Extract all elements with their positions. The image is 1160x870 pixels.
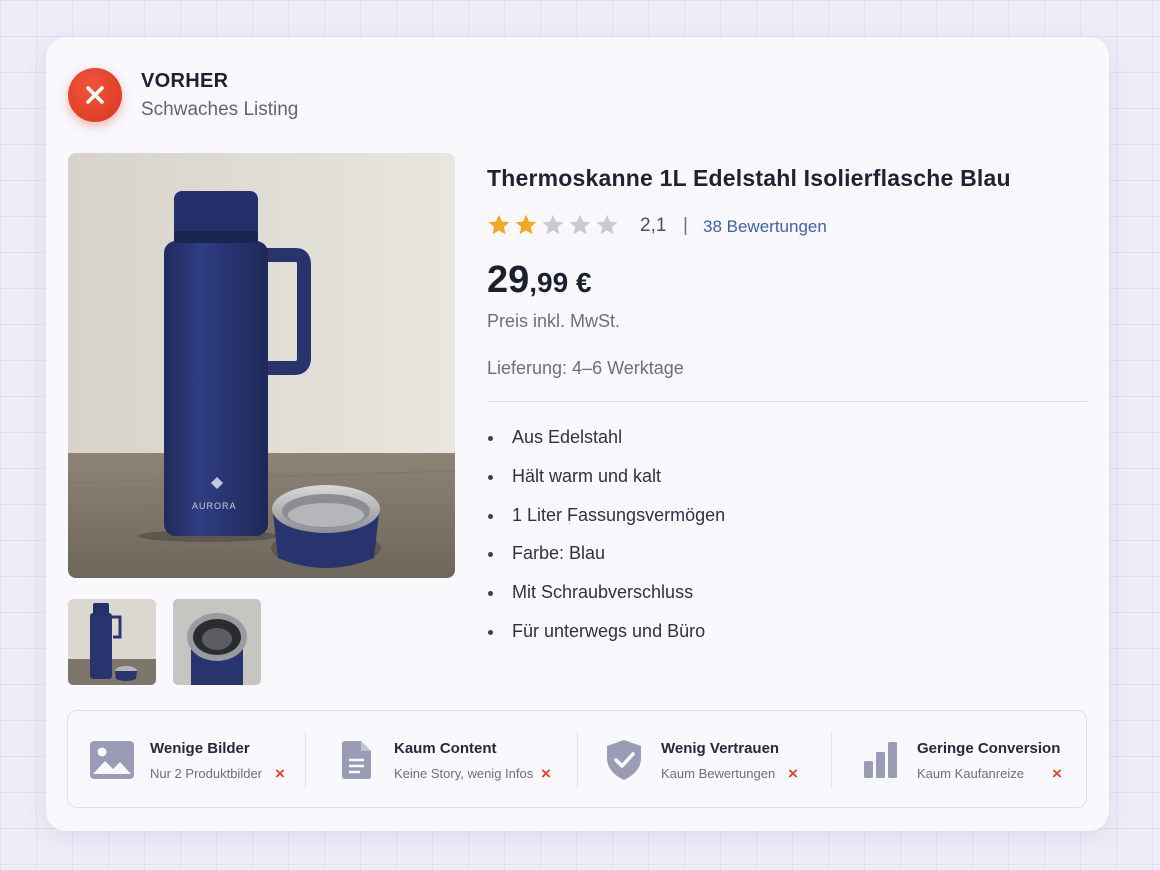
star-filled-icon xyxy=(515,214,537,235)
reviews-link[interactable]: 38 Bewertungen xyxy=(703,217,827,237)
x-mark-icon: × xyxy=(788,764,798,783)
price: 29,99 € xyxy=(487,259,592,302)
issue-subtitle: Kaum Bewertungen xyxy=(661,766,776,781)
star-empty-icon xyxy=(542,214,564,235)
issue-title: Kaum Content xyxy=(394,740,497,757)
image-icon xyxy=(90,741,134,779)
listing-card: VORHER Schwaches Listing AURORA Thermosk… xyxy=(46,37,1109,831)
section-title: VORHER xyxy=(141,70,229,92)
x-mark-icon: × xyxy=(541,764,551,783)
issue-title: Wenig Vertrauen xyxy=(661,740,780,757)
issue-title: Wenige Bilder xyxy=(150,740,250,757)
issue-title: Geringe Conversion xyxy=(917,740,1061,757)
issue-subtitle: Kaum Kaufanreize xyxy=(917,766,1024,781)
issue-little-trust: Wenig Vertrauen Kaum Bewertungen × xyxy=(578,711,832,809)
svg-text:AURORA: AURORA xyxy=(192,501,237,511)
bullet-item: Aus Edelstahl xyxy=(487,427,725,466)
tax-note: Preis inkl. MwSt. xyxy=(487,311,621,331)
feature-bullets: Aus Edelstahl Hält warm und kalt 1 Liter… xyxy=(487,427,725,660)
thumbnail-2[interactable] xyxy=(173,599,261,685)
issue-subtitle: Keine Story, wenig Infos xyxy=(394,766,534,781)
divider xyxy=(487,401,1087,402)
rating-separator: | xyxy=(683,215,688,236)
bullet-item: Farbe: Blau xyxy=(487,543,725,582)
bullet-item: Hält warm und kalt xyxy=(487,466,725,505)
star-filled-icon xyxy=(488,214,510,235)
issue-low-conversion: Geringe Conversion Kaum Kaufanreize × xyxy=(832,711,1086,809)
delivery-info: Lieferung: 4–6 Werktage xyxy=(487,358,684,378)
x-mark-icon: × xyxy=(1052,764,1062,783)
price-main: 29 xyxy=(487,259,530,301)
bar-chart-icon xyxy=(864,742,897,778)
star-empty-icon xyxy=(569,214,591,235)
rating-value: 2,1 xyxy=(640,215,667,236)
star-rating xyxy=(487,213,619,237)
issue-subtitle: Nur 2 Produktbilder xyxy=(150,766,262,781)
product-main-image[interactable]: AURORA xyxy=(68,153,455,578)
thumbnail-1[interactable] xyxy=(68,599,156,685)
star-empty-icon xyxy=(596,214,618,235)
section-subtitle: Schwaches Listing xyxy=(141,99,299,120)
shield-check-icon xyxy=(607,740,641,780)
document-icon xyxy=(342,741,371,779)
bullet-item: Für unterwegs und Büro xyxy=(487,621,725,660)
price-cents: ,99 € xyxy=(529,267,592,298)
x-mark-icon: × xyxy=(275,764,285,783)
close-badge-icon xyxy=(68,68,122,122)
bullet-item: Mit Schraubverschluss xyxy=(487,582,725,621)
issues-bar: Wenige Bilder Nur 2 Produktbilder × Kaum… xyxy=(67,710,1087,808)
bullet-item: 1 Liter Fassungsvermögen xyxy=(487,505,725,544)
issue-little-content: Kaum Content Keine Story, wenig Infos × xyxy=(306,711,578,809)
issue-few-images: Wenige Bilder Nur 2 Produktbilder × xyxy=(68,711,306,809)
product-title: Thermoskanne 1L Edelstahl Isolierflasche… xyxy=(487,165,1011,191)
